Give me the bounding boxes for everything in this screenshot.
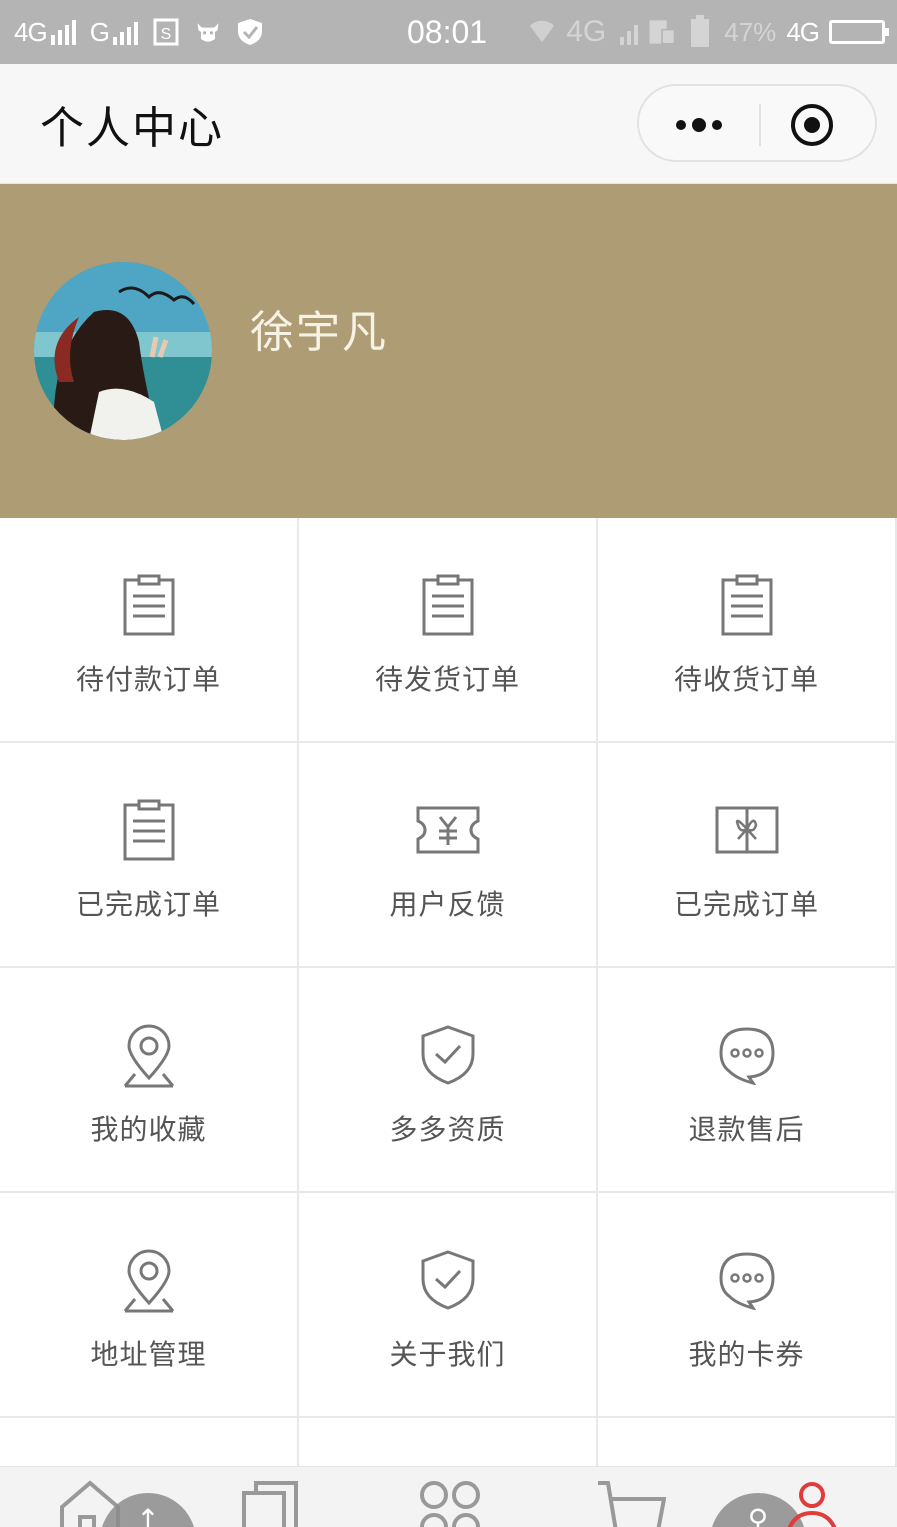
menu-item-pending-payment[interactable]: 待付款订单 (0, 518, 299, 743)
username: 徐宇凡 (250, 307, 388, 358)
menu-item-user-feedback[interactable]: 用户反馈 (299, 743, 598, 968)
profile-banner: 徐宇凡 (0, 184, 897, 518)
page-title: 个人中心 (40, 103, 224, 154)
avatar[interactable] (34, 262, 212, 440)
tab-grid[interactable] (418, 1479, 482, 1527)
clipboard-icon (114, 795, 184, 865)
battery-ghost-icon (686, 15, 714, 47)
menu-item-completed-orders-2[interactable]: 已完成订单 (598, 743, 897, 968)
menu-item-label: 多多资质 (389, 1113, 506, 1146)
location-pin-icon (114, 1020, 184, 1090)
shield-check-icon (413, 1245, 483, 1315)
tab-cart[interactable] (596, 1479, 667, 1527)
clipboard-icon (413, 570, 483, 640)
location-pin-icon (114, 1245, 184, 1315)
shield-check-icon (413, 1020, 483, 1090)
target-close-icon (791, 104, 833, 146)
menu-item-about-us[interactable]: 关于我们 (299, 1193, 598, 1418)
menu-item-label: 已完成订单 (75, 888, 221, 921)
user-icon (787, 1482, 837, 1527)
tab-category[interactable] (240, 1479, 304, 1527)
menu-item-label: 关于我们 (389, 1338, 506, 1371)
menu-item-completed-orders[interactable]: 已完成订单 (0, 743, 299, 968)
bottom-tab-bar: ↑ ⚲ (0, 1466, 897, 1527)
status-right: 4G 47% 4G (528, 0, 889, 64)
cart-icon (598, 1481, 667, 1527)
copy-icon (242, 1481, 298, 1527)
clipboard-icon (712, 570, 782, 640)
menu-item-pending-receipt[interactable]: 待收货订单 (598, 518, 897, 743)
battery-percent: 47% (724, 16, 777, 47)
gift-icon (712, 795, 782, 865)
menu-item-label: 地址管理 (90, 1338, 207, 1371)
menu-item-label: 退款售后 (688, 1113, 805, 1146)
network-label-1: 4G (14, 16, 48, 47)
network-label-2: G (89, 16, 110, 47)
close-button[interactable] (789, 102, 835, 148)
arrow-up-icon: ↑ (136, 1503, 160, 1527)
wifi-icon (528, 18, 556, 46)
cow-icon (194, 18, 222, 46)
menu-item-label: 已完成订单 (673, 888, 819, 921)
title-bar: 个人中心 (0, 64, 897, 184)
capsule-divider (759, 104, 761, 146)
sim-icon: S (152, 18, 180, 46)
screen: 4G G S 08:01 4G 47% 4G 个人中心 徐宇凡 待付款订单 待发… (0, 0, 897, 1527)
ticket-icon (413, 795, 483, 865)
signal-icon (50, 19, 76, 45)
more-dots-icon (676, 118, 722, 132)
menu-item-favorites[interactable]: 我的收藏 (0, 968, 299, 1193)
grid-icon (420, 1481, 480, 1527)
network-label-3: 4G (786, 16, 820, 47)
menu-item-my-coupons[interactable]: 我的卡券 (598, 1193, 897, 1418)
menu-item-qualifications[interactable]: 多多资质 (299, 968, 598, 1193)
menu-item-label: 我的卡券 (688, 1338, 805, 1371)
miniprogram-capsule (637, 84, 877, 162)
menu-item-label: 待付款订单 (75, 663, 221, 696)
chat-bubble-icon (712, 1245, 782, 1315)
battery-icon (829, 20, 889, 44)
network-label-ghost: 4G (566, 15, 607, 48)
menu-item-label: 待发货订单 (374, 663, 520, 696)
sim-tray-icon (648, 18, 676, 46)
signal-icon-2 (112, 19, 138, 45)
menu-item-pending-shipment[interactable]: 待发货订单 (299, 518, 598, 743)
shield-status-icon (236, 18, 264, 46)
tab-profile[interactable] (782, 1481, 846, 1527)
status-bar: 4G G S 08:01 4G 47% 4G (0, 0, 897, 64)
chat-bubble-icon (712, 1020, 782, 1090)
more-button[interactable] (669, 106, 729, 144)
status-left: 4G G S (14, 0, 264, 64)
menu-item-refund-aftersales[interactable]: 退款售后 (598, 968, 897, 1193)
svg-text:S: S (161, 26, 172, 43)
menu-item-label: 待收货订单 (673, 663, 819, 696)
menu-item-address-management[interactable]: 地址管理 (0, 1193, 299, 1418)
menu-item-label: 我的收藏 (90, 1113, 207, 1146)
signal-icon-3 (620, 19, 639, 45)
avatar-photo (34, 262, 212, 440)
clipboard-icon (114, 570, 184, 640)
menu-item-label: 用户反馈 (389, 888, 506, 921)
status-time: 08:01 (407, 14, 488, 50)
